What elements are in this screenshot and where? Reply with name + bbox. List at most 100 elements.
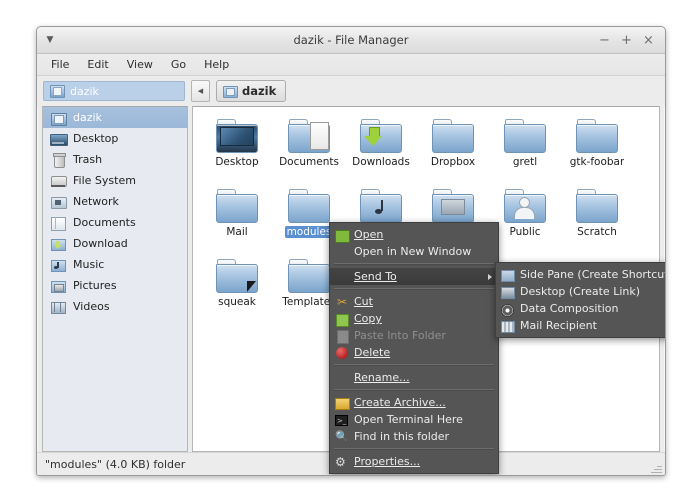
file-manager-window: ▼ dazik - File Manager − + × File Edit V… xyxy=(36,26,666,476)
folder-icon xyxy=(288,119,330,153)
blank-icon xyxy=(335,245,349,259)
scroll-left-button[interactable]: ◀ xyxy=(191,80,210,102)
context-menu-item-paste-into-folder: Paste Into Folder xyxy=(330,327,498,344)
send-to-submenu[interactable]: Side Pane (Create Shortcut) Desktop (Cre… xyxy=(495,262,666,338)
sidebar-item-videos[interactable]: Videos xyxy=(43,296,187,317)
context-menu-item-label: Paste Into Folder xyxy=(354,329,446,342)
context-menu-item-copy[interactable]: Copy xyxy=(330,310,498,327)
menu-edit[interactable]: Edit xyxy=(78,56,117,73)
folder-icon xyxy=(216,189,258,223)
drive-icon xyxy=(50,173,67,189)
sidebar-item-label: dazik xyxy=(73,111,102,124)
close-button[interactable]: × xyxy=(642,34,655,47)
context-menu-item-label: Delete xyxy=(354,346,391,359)
file-item-label: Desktop xyxy=(215,156,259,168)
sidebar-item-trash[interactable]: Trash xyxy=(43,149,187,170)
sidebar-item-documents[interactable]: Documents xyxy=(43,212,187,233)
trash-icon xyxy=(50,152,66,168)
home-icon xyxy=(50,110,67,126)
sidebar-item-dazik[interactable]: dazik xyxy=(43,107,187,128)
chevron-right-icon xyxy=(488,273,492,280)
context-menu-item-send-to[interactable]: Send To xyxy=(330,268,498,285)
folder-icon xyxy=(504,119,546,153)
context-menu-separator xyxy=(334,364,494,366)
location-text: dazik xyxy=(70,84,99,98)
breadcrumb-dazik[interactable]: dazik xyxy=(216,80,287,102)
file-item-label: Documents xyxy=(279,156,339,168)
file-item-documents[interactable]: Documents xyxy=(273,115,345,185)
sidebar-item-download[interactable]: Download xyxy=(43,233,187,254)
file-item-label: Templates xyxy=(282,296,336,308)
context-menu-item-find-in-this-folder[interactable]: 🔍 Find in this folder xyxy=(330,428,498,445)
minimize-button[interactable]: − xyxy=(598,34,611,47)
sidebar-item-label: Music xyxy=(73,258,105,271)
context-menu-separator xyxy=(334,288,494,290)
file-item-dropbox[interactable]: Dropbox xyxy=(417,115,489,185)
sidebar-item-network[interactable]: Network xyxy=(43,191,187,212)
context-menu-item-label: Open xyxy=(354,228,384,241)
sidebar-item-desktop[interactable]: Desktop xyxy=(43,128,187,149)
file-item-scratch[interactable]: Scratch xyxy=(561,185,633,255)
menu-view[interactable]: View xyxy=(118,56,162,73)
context-menu-item-properties[interactable]: ⚙ Properties... xyxy=(330,453,498,470)
folder-icon xyxy=(576,189,618,223)
sidebar-item-pictures[interactable]: Pictures xyxy=(43,275,187,296)
submenu-item-label: Side Pane (Create Shortcut) xyxy=(520,268,666,281)
submenu-item-desktop-link[interactable]: Desktop (Create Link) xyxy=(496,283,665,300)
context-menu[interactable]: Open Open in New Window Send To ✂ Cut Co… xyxy=(329,222,499,474)
videos-icon xyxy=(50,299,66,315)
menu-help[interactable]: Help xyxy=(195,56,238,73)
submenu-item-mail-recipient[interactable]: Mail Recipient xyxy=(496,317,665,334)
context-menu-separator xyxy=(334,448,494,450)
window-menu-arrow-icon[interactable]: ▼ xyxy=(43,33,57,47)
submenu-item-label: Mail Recipient xyxy=(520,319,597,332)
copy-icon xyxy=(335,312,349,327)
context-menu-item-open-terminal-here[interactable]: >_ Open Terminal Here xyxy=(330,411,498,428)
resize-grip-icon[interactable] xyxy=(650,461,662,473)
context-menu-item-label: Find in this folder xyxy=(354,430,450,443)
folder-icon xyxy=(576,119,618,153)
menu-file[interactable]: File xyxy=(42,56,78,73)
file-item-gtk-foobar[interactable]: gtk-foobar xyxy=(561,115,633,185)
documents-icon xyxy=(50,215,66,231)
file-item-label: Dropbox xyxy=(430,156,476,168)
file-item-desktop[interactable]: Desktop xyxy=(201,115,273,185)
file-item-squeak[interactable]: squeak xyxy=(201,255,273,325)
blank-icon xyxy=(335,371,349,385)
sidebar-item-music[interactable]: Music xyxy=(43,254,187,275)
context-menu-item-cut[interactable]: ✂ Cut xyxy=(330,293,498,310)
sidebar-item-file-system[interactable]: File System xyxy=(43,170,187,191)
context-menu-item-label: Copy xyxy=(354,312,382,325)
file-item-downloads[interactable]: Downloads xyxy=(345,115,417,185)
file-item-public[interactable]: Public xyxy=(489,185,561,255)
context-menu-separator xyxy=(334,263,494,265)
music-icon xyxy=(50,257,66,273)
folder-icon xyxy=(216,259,258,293)
file-item-mail[interactable]: Mail xyxy=(201,185,273,255)
gear-icon: ⚙ xyxy=(335,454,346,469)
maximize-button[interactable]: + xyxy=(620,34,633,47)
context-menu-item-open[interactable]: Open xyxy=(330,226,498,243)
sidebar-item-label: Download xyxy=(73,237,128,250)
file-item-label: Downloads xyxy=(352,156,410,168)
context-menu-item-delete[interactable]: Delete xyxy=(330,344,498,361)
location-entry[interactable]: dazik xyxy=(43,81,185,101)
submenu-item-side-pane[interactable]: Side Pane (Create Shortcut) xyxy=(496,266,666,283)
file-item-gretl[interactable]: gretl xyxy=(489,115,561,185)
context-menu-item-label: Create Archive... xyxy=(354,396,446,409)
folder-icon xyxy=(432,189,474,223)
submenu-item-data-composition[interactable]: Data Composition xyxy=(496,300,665,317)
context-menu-item-create-archive[interactable]: Create Archive... xyxy=(330,394,498,411)
search-icon: 🔍 xyxy=(335,429,349,443)
paste-icon xyxy=(335,329,349,344)
title-bar[interactable]: ▼ dazik - File Manager − + × xyxy=(37,27,665,54)
context-menu-item-open-in-new-window[interactable]: Open in New Window xyxy=(330,243,498,260)
folder-icon xyxy=(504,189,546,223)
places-sidebar[interactable]: dazik Desktop Trash File System Network … xyxy=(42,106,188,452)
desktop-icon xyxy=(50,131,68,147)
context-menu-item-label: Cut xyxy=(354,295,373,308)
file-item-label: gretl xyxy=(512,156,538,168)
menu-go[interactable]: Go xyxy=(162,56,195,73)
context-menu-item-label: Open in New Window xyxy=(354,245,472,258)
context-menu-item-rename[interactable]: Rename... xyxy=(330,369,498,386)
